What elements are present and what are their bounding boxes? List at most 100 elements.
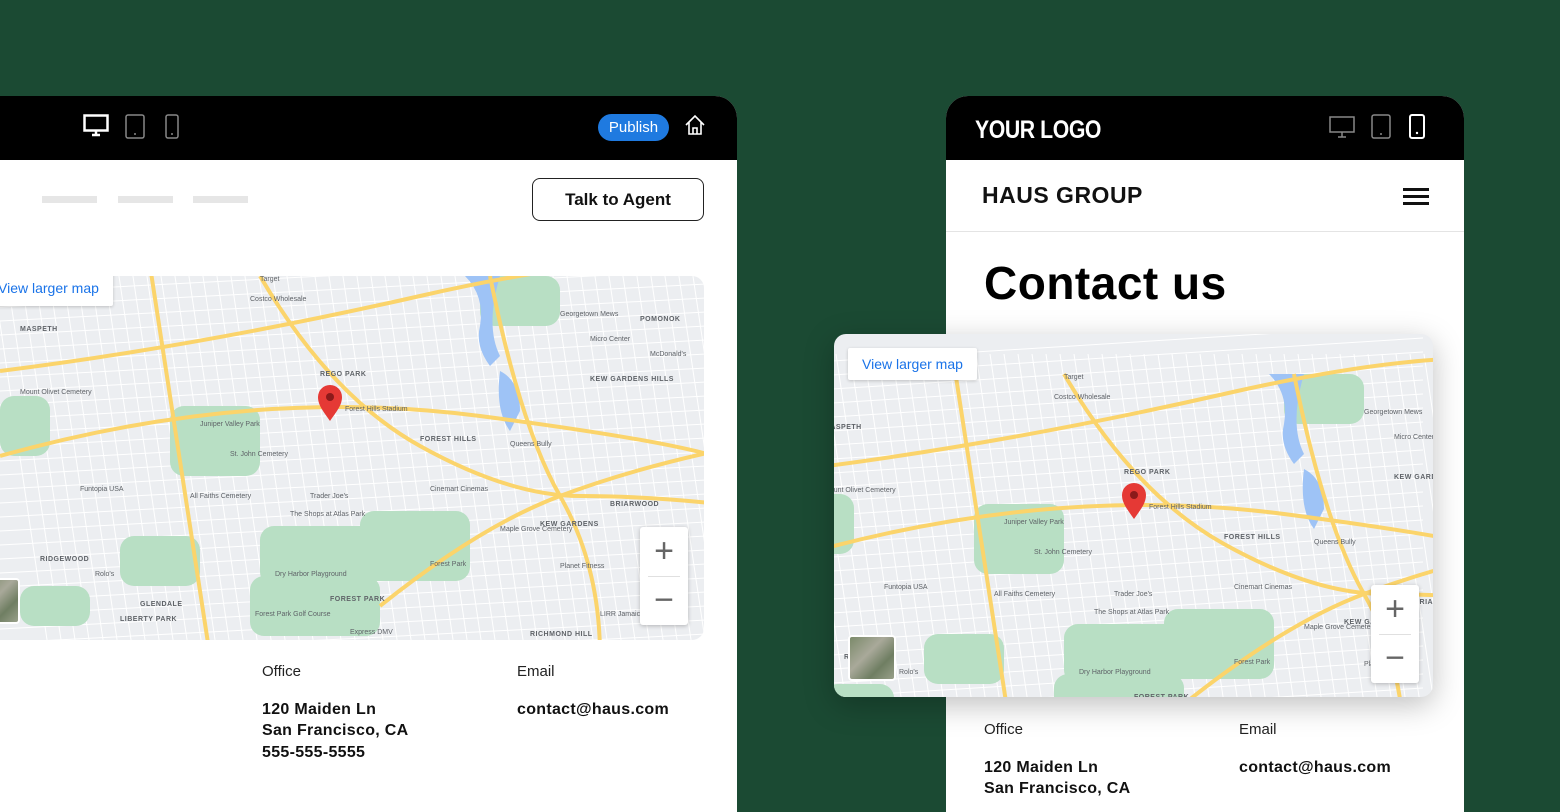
map-street	[0, 381, 704, 420]
map-label: Trader Joe's	[1114, 591, 1153, 598]
map-label: Juniper Valley Park	[1004, 519, 1064, 526]
zoom-out-button[interactable]: −	[640, 576, 688, 625]
map-label: Costco Wholesale	[250, 296, 307, 303]
map-label: Rolo's	[899, 669, 919, 676]
map-label: Rolo's	[95, 571, 115, 578]
map-label: Dry Harbor Playground	[275, 571, 347, 578]
map-label: Cinemart Cinemas	[1234, 584, 1292, 591]
office-address-line: San Francisco, CA	[984, 780, 1131, 797]
nav-placeholder	[42, 196, 97, 203]
map-label: All Faiths Cemetery	[190, 493, 252, 500]
map-street	[468, 276, 524, 640]
tablet-icon[interactable]	[125, 114, 145, 140]
hamburger-menu-icon[interactable]	[1403, 188, 1429, 209]
mobile-icon[interactable]	[1409, 114, 1425, 140]
map-label: Queens Bully	[510, 441, 552, 448]
map-label: Target	[260, 276, 280, 283]
nav-placeholder	[193, 196, 248, 203]
map-park	[250, 576, 380, 636]
map-label: Queens Bully	[1314, 539, 1356, 546]
map-label: Funtopia USA	[884, 584, 928, 591]
map-label: MASPETH	[20, 326, 58, 333]
office-label: Office	[262, 663, 301, 680]
logo: YOUR LOGO	[975, 116, 1102, 144]
map-park	[120, 536, 200, 586]
map-label: Costco Wholesale	[1054, 394, 1111, 401]
map-label: KEW GARDENS HILLS	[590, 376, 674, 383]
map-label: Georgetown Mews	[1364, 409, 1423, 416]
map-label: All Faiths Cemetery	[994, 591, 1056, 598]
map-street	[426, 276, 482, 640]
map-park	[1164, 609, 1274, 679]
embedded-map[interactable]: MASPETH REGO PARK FOREST HILLS KEW GARDENS R…	[0, 276, 704, 640]
map-label: The Shops at Atlas Park	[290, 511, 366, 518]
zoom-out-button[interactable]: −	[1371, 634, 1419, 683]
office-address-line: 120 Maiden Ln	[262, 701, 377, 718]
satellite-toggle[interactable]	[848, 635, 896, 681]
view-larger-map-link[interactable]: View larger map	[0, 276, 113, 306]
satellite-toggle[interactable]	[0, 578, 20, 624]
office-phone: 555-555-5555	[262, 744, 366, 761]
map-label: Cinemart Cinemas	[430, 486, 488, 493]
email-link[interactable]: contact@haus.com	[517, 699, 669, 720]
map-label: St. John Cemetery	[230, 451, 288, 458]
map-label: The Shops at Atlas Park	[1094, 609, 1170, 616]
map-label: Forest Park Golf Course	[255, 611, 331, 618]
editor-toolbar: Publish	[0, 96, 737, 160]
header-divider	[946, 231, 1464, 232]
map-canvas[interactable]: MASPETHREGO PARKFOREST HILLSKEW GARDENSR…	[0, 276, 704, 640]
map-park	[20, 586, 90, 626]
desktop-icon[interactable]	[83, 114, 109, 138]
map-label: Micro Center	[1394, 434, 1433, 441]
publish-button[interactable]: Publish	[598, 114, 669, 141]
map-label: Micro Center	[590, 336, 631, 343]
map-label: Forest Park	[430, 561, 467, 568]
map-label: McDonald's	[650, 351, 687, 358]
map-label: REGO PARK	[320, 371, 366, 378]
tablet-icon[interactable]	[1371, 114, 1391, 140]
map-park	[0, 396, 50, 456]
map-label: FOREST HILLS	[420, 436, 477, 443]
map-label: Dry Harbor Playground	[1079, 669, 1151, 676]
map-label: GLENDALE	[140, 601, 183, 608]
map-label: Forest Park	[1234, 659, 1271, 666]
email-label: Email	[517, 663, 555, 680]
map-label: Georgetown Mews	[560, 311, 619, 318]
map-label: RIDGEWOOD	[40, 556, 89, 563]
editor-toolbar: YOUR LOGO	[946, 96, 1464, 160]
map-label: FOREST HILLS	[1224, 534, 1281, 541]
view-larger-map-link[interactable]: View larger map	[848, 348, 977, 380]
mobile-icon[interactable]	[165, 114, 179, 140]
page-title: Contact us	[984, 257, 1227, 309]
map-zoom-controls: + −	[640, 527, 688, 625]
map-street	[384, 276, 440, 640]
zoom-in-button[interactable]: +	[1371, 585, 1419, 634]
talk-to-agent-button[interactable]: Talk to Agent	[532, 178, 704, 221]
desktop-icon[interactable]	[1329, 116, 1355, 140]
map-label: Mount Olivet Cemetery	[20, 389, 92, 396]
office-address-line: 120 Maiden Ln	[984, 759, 1099, 776]
map-canvas[interactable]: MASPETHREGO PARKFOREST HILLSKEW GARDENSR…	[834, 334, 1433, 697]
map-label: Mount Olivet Cemetery	[834, 487, 896, 494]
map-label: Forest Hills Stadium	[1149, 504, 1212, 511]
office-address-line: San Francisco, CA	[262, 722, 409, 739]
map-label: BRIARWOOD	[610, 501, 659, 508]
email-link[interactable]: contact@haus.com	[1239, 757, 1391, 778]
embedded-map-floating[interactable]: MASPETHREGO PARKFOREST HILLSKEW GARDENSR…	[834, 334, 1433, 697]
zoom-in-button[interactable]: +	[640, 527, 688, 576]
home-icon[interactable]	[684, 114, 706, 136]
map-label: Maple Grove Cemetery	[500, 526, 573, 533]
map-label: LIBERTY PARK	[120, 616, 177, 623]
nav-placeholder	[118, 196, 173, 203]
map-label: FOREST PARK	[330, 596, 385, 603]
map-label: RICHMOND HILL	[530, 631, 593, 638]
brand-name: HAUS GROUP	[982, 182, 1143, 208]
map-label: Funtopia USA	[80, 486, 124, 493]
map-label: Forest Hills Stadium	[345, 406, 408, 413]
map-park	[360, 511, 470, 581]
map-label: Trader Joe's	[310, 493, 349, 500]
map-label: Juniper Valley Park	[200, 421, 260, 428]
email-label: Email	[1239, 721, 1277, 738]
map-label: MASPETH	[834, 424, 862, 431]
map-label: POMONOK	[640, 316, 680, 323]
